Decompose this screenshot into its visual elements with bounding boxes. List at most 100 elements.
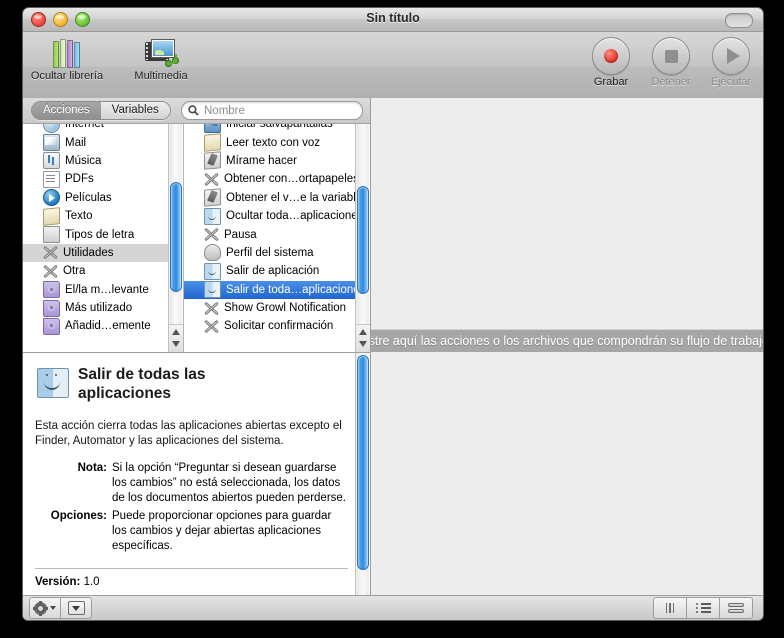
automator-x-icon — [204, 301, 219, 316]
category-row-pdfs[interactable]: PDFs — [23, 170, 169, 188]
play-icon — [726, 48, 740, 64]
hide-library-button[interactable]: Ocultar librería — [23, 38, 113, 82]
library-books-icon — [51, 38, 83, 68]
stop-label: Detener — [651, 76, 691, 88]
stack-view-icon — [728, 602, 744, 614]
action-row-show-growl-notification[interactable]: Show Growl Notification — [184, 299, 356, 317]
category-row-peliculas[interactable]: Películas — [23, 189, 169, 207]
category-row-internet[interactable]: Internet — [23, 124, 169, 133]
workflow-pane[interactable]: Arrastre aquí las acciones o los archivo… — [371, 98, 763, 596]
description-scrollbar[interactable] — [355, 353, 370, 620]
list-view-button[interactable] — [686, 597, 720, 619]
scroll-up-icon[interactable] — [359, 329, 367, 335]
finder-icon — [204, 281, 221, 299]
hide-library-label: Ocultar librería — [30, 70, 104, 82]
list-view-icon — [695, 602, 711, 613]
scroll-down-icon[interactable] — [172, 341, 180, 347]
pdf-icon — [43, 170, 60, 188]
action-rows: Iniciar salvapantallas Leer texto con vo… — [184, 124, 365, 336]
action-label: Show Growl Notification — [224, 302, 347, 315]
category-list[interactable]: Internet Mail Música PDFs Películas Text… — [23, 124, 184, 352]
download-triangle-icon — [67, 601, 85, 615]
action-scroll-arrows[interactable] — [356, 324, 370, 352]
field-term: Nota: — [77, 462, 107, 474]
action-row-obtener-contenido-portapapeles[interactable]: Obtener con…ortapapeles — [184, 170, 359, 188]
description-scrollbar-thumb[interactable] — [357, 355, 369, 570]
tab-acciones[interactable]: Acciones — [32, 102, 101, 119]
action-menu-button[interactable] — [29, 597, 61, 619]
action-scrollbar-thumb[interactable] — [357, 186, 369, 294]
action-label: Obtener con…ortapapeles — [224, 173, 359, 186]
category-row-texto[interactable]: Texto — [23, 206, 169, 226]
search-input[interactable] — [202, 103, 346, 118]
stop-button[interactable]: Detener — [648, 37, 694, 88]
search-icon — [188, 105, 199, 116]
description-field-nota: Nota: Si la opción “Preguntar si desean … — [35, 461, 348, 506]
category-row-mas-utilizado[interactable]: Más utilizado — [23, 299, 169, 317]
text-icon — [43, 206, 60, 226]
scroll-down-icon[interactable] — [359, 341, 367, 347]
action-row-ocultar-todas-aplicaciones[interactable]: Ocultar toda…aplicaciones — [184, 207, 363, 225]
automator-x-icon — [43, 264, 58, 279]
action-label: Mírame hacer — [226, 154, 297, 167]
action-row-solicitar-confirmacion[interactable]: Solicitar confirmación — [184, 317, 356, 335]
action-label: Iniciar salvapantallas — [226, 124, 333, 131]
finder-icon — [204, 262, 221, 280]
automator-x-icon — [204, 319, 219, 334]
category-scrollbar[interactable] — [168, 124, 183, 352]
download-button[interactable] — [60, 597, 92, 619]
caret-down-icon — [50, 606, 56, 610]
record-icon — [604, 49, 618, 63]
category-row-musica[interactable]: Música — [23, 152, 169, 170]
action-row-perfil-del-sistema[interactable]: Perfil del sistema — [184, 244, 356, 262]
font-icon — [43, 226, 60, 244]
category-label: Internet — [65, 124, 104, 131]
pane-grip-button[interactable] — [653, 597, 687, 619]
category-row-otra[interactable]: Otra — [23, 262, 169, 280]
category-rows: Internet Mail Música PDFs Películas Text… — [23, 124, 169, 336]
title-bar[interactable]: Sin título — [23, 8, 763, 32]
action-row-obtener-valor-variable[interactable]: Obtener el v…e la variable — [184, 188, 362, 207]
field-text: Si la opción “Preguntar si desean guarda… — [112, 462, 346, 504]
stack-view-button[interactable] — [719, 597, 753, 619]
mail-icon — [43, 134, 60, 152]
action-scrollbar[interactable] — [355, 124, 370, 352]
record-button[interactable]: Grabar — [588, 37, 634, 88]
category-scroll-arrows[interactable] — [169, 324, 183, 352]
action-label: Salir de toda…aplicaciones — [226, 283, 366, 296]
action-label: Perfil del sistema — [226, 246, 314, 259]
category-row-tipos-de-letra[interactable]: Tipos de letra — [23, 225, 169, 244]
media-button[interactable]: Multimedia — [115, 38, 207, 82]
description-summary: Esta acción cierra todas las aplicacione… — [35, 420, 342, 447]
action-row-salir-de-todas-las-aplicaciones[interactable]: Salir de toda…aplicaciones — [184, 280, 365, 299]
category-row-anadido-recientemente[interactable]: Añadid…emente — [23, 317, 169, 335]
scroll-up-icon[interactable] — [172, 329, 180, 335]
category-label: PDFs — [65, 173, 94, 186]
category-row-mail[interactable]: Mail — [23, 133, 169, 152]
run-button[interactable]: Ejecutar — [708, 37, 754, 88]
category-label: Más utilizado — [65, 302, 133, 315]
search-field[interactable] — [181, 101, 363, 120]
category-label: Añadid…emente — [65, 320, 151, 333]
tab-variables[interactable]: Variables — [100, 102, 170, 119]
action-label: Leer texto con voz — [226, 136, 320, 149]
action-row-leer-texto-con-voz[interactable]: Leer texto con voz — [184, 133, 356, 152]
automator-x-icon — [204, 172, 219, 187]
field-text: Puede proporcionar opciones para guardar… — [112, 510, 332, 552]
toolbar-toggle-button[interactable] — [725, 13, 753, 28]
action-list[interactable]: Iniciar salvapantallas Leer texto con vo… — [184, 124, 370, 352]
description-version: Versión: 1.0 — [23, 569, 370, 588]
action-row-iniciar-salvapantallas[interactable]: Iniciar salvapantallas — [184, 124, 356, 133]
category-label: Música — [65, 154, 102, 167]
run-controls: Grabar Detener Ejecutar — [588, 37, 754, 88]
action-row-pausa[interactable]: Pausa — [184, 225, 356, 243]
category-row-mas-relevante[interactable]: El/la m…levante — [23, 281, 169, 299]
bottom-bar — [23, 595, 763, 620]
category-scrollbar-thumb[interactable] — [170, 182, 182, 292]
view-mode-controls — [653, 597, 753, 619]
action-label: Ocultar toda…aplicaciones — [226, 210, 364, 223]
action-row-salir-de-aplicacion[interactable]: Salir de aplicación — [184, 262, 356, 280]
category-row-utilidades[interactable]: Utilidades — [23, 243, 169, 263]
workflow-placeholder-banner: Arrastre aquí las acciones o los archivo… — [371, 330, 763, 352]
action-row-mirame-hacer[interactable]: Mírame hacer — [184, 151, 356, 171]
